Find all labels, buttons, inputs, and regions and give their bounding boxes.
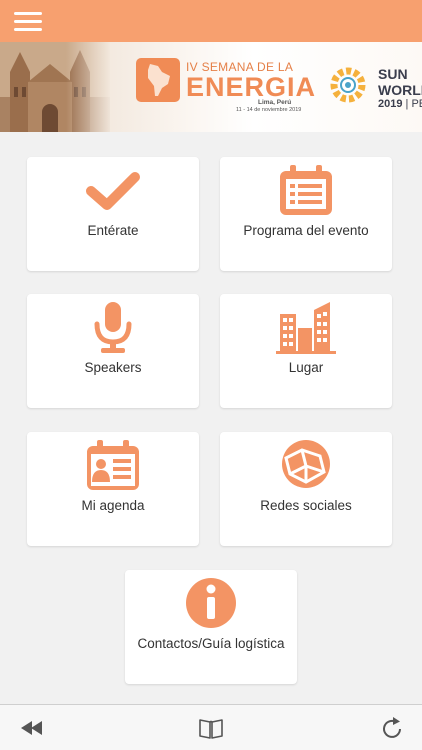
top-bar <box>0 0 422 42</box>
partner-year: 2019 | PE <box>378 98 422 110</box>
tile-label: Redes sociales <box>260 498 352 513</box>
banner-city: Lima, Perú <box>258 99 292 106</box>
tile-programa-evento[interactable]: Programa del evento <box>220 157 392 271</box>
event-banner: IV SEMANA DE LA ENERGIA Lima, Perú 11 - … <box>0 42 422 132</box>
cathedral-image <box>0 42 110 132</box>
tile-enterate[interactable]: Entérate <box>27 157 199 271</box>
partner-name-line2: WORLD <box>378 82 422 98</box>
tile-label: Programa del evento <box>243 223 369 238</box>
checkmark-icon <box>86 172 140 210</box>
tile-redes-sociales[interactable]: Redes sociales <box>220 432 392 546</box>
latin-america-map-logo <box>136 58 180 102</box>
partner-year-suffix: | PE <box>405 98 422 110</box>
tile-speakers[interactable]: Speakers <box>27 294 199 408</box>
rewind-back-icon[interactable] <box>18 713 48 743</box>
partner-year-number: 2019 <box>378 98 403 110</box>
tile-label: Contactos/Guía logística <box>137 636 285 651</box>
tile-contactos-guia[interactable]: Contactos/Guía logística <box>125 570 297 684</box>
calendar-list-icon <box>280 165 332 215</box>
tile-label: Mi agenda <box>81 498 145 513</box>
tile-lugar[interactable]: Lugar <box>220 294 392 408</box>
book-icon[interactable] <box>196 713 226 743</box>
hamburger-menu-icon[interactable] <box>14 12 42 32</box>
tile-label: Entérate <box>87 223 139 238</box>
reload-icon[interactable] <box>378 713 408 743</box>
info-icon <box>186 578 236 628</box>
network-globe-icon <box>282 440 330 488</box>
microphone-icon <box>94 302 132 353</box>
banner-dates: 11 - 14 de noviembre 2019 <box>236 107 302 113</box>
banner-title: ENERGIA <box>186 72 317 102</box>
partner-name-line1: SUN <box>378 66 408 82</box>
sun-world-logo-icon <box>330 67 366 103</box>
tile-label: Speakers <box>84 360 142 375</box>
tile-label: Lugar <box>288 360 324 375</box>
tile-mi-agenda[interactable]: Mi agenda <box>27 432 199 546</box>
agenda-contact-icon <box>87 440 139 490</box>
bottom-toolbar <box>0 704 422 750</box>
buildings-icon <box>276 302 336 354</box>
